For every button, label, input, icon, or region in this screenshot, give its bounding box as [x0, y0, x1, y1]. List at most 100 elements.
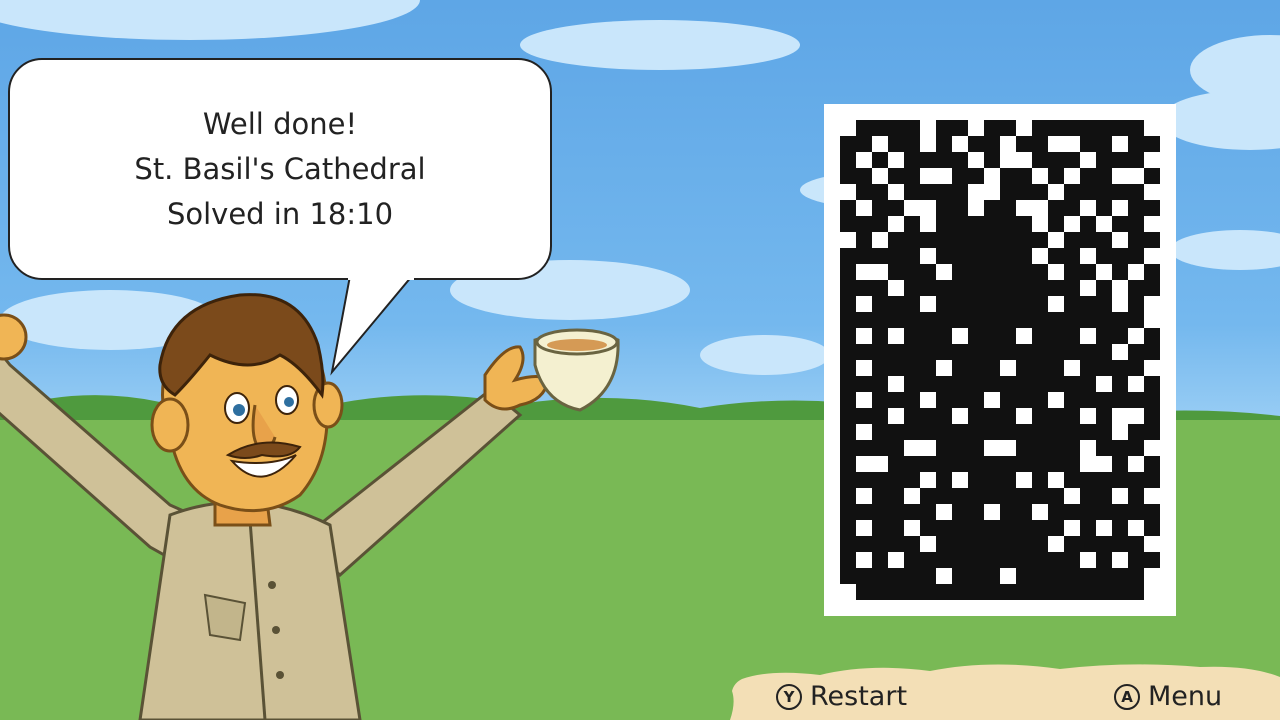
filled-cell: [1064, 248, 1080, 264]
filled-cell: [904, 232, 920, 248]
filled-cell: [1032, 296, 1048, 312]
filled-cell: [936, 488, 952, 504]
filled-cell: [1128, 344, 1144, 360]
filled-cell: [1064, 408, 1080, 424]
filled-cell: [1144, 328, 1160, 344]
filled-cell: [1112, 360, 1128, 376]
filled-cell: [1096, 280, 1112, 296]
filled-cell: [840, 520, 856, 536]
filled-cell: [968, 424, 984, 440]
filled-cell: [1000, 120, 1016, 136]
game-scene: Well done! St. Basil's Cathedral Solved …: [0, 0, 1280, 720]
filled-cell: [1000, 376, 1016, 392]
filled-cell: [1128, 552, 1144, 568]
filled-cell: [968, 296, 984, 312]
filled-cell: [1064, 536, 1080, 552]
filled-cell: [1032, 424, 1048, 440]
filled-cell: [840, 200, 856, 216]
filled-cell: [952, 232, 968, 248]
filled-cell: [1128, 200, 1144, 216]
filled-cell: [1064, 440, 1080, 456]
filled-cell: [1032, 456, 1048, 472]
filled-cell: [968, 136, 984, 152]
filled-cell: [952, 392, 968, 408]
filled-cell: [1112, 184, 1128, 200]
filled-cell: [1080, 216, 1096, 232]
filled-cell: [1096, 200, 1112, 216]
filled-cell: [1064, 280, 1080, 296]
filled-cell: [1080, 568, 1096, 584]
filled-cell: [1000, 488, 1016, 504]
restart-button[interactable]: Y Restart: [776, 681, 907, 712]
filled-cell: [1032, 392, 1048, 408]
filled-cell: [952, 296, 968, 312]
filled-cell: [1032, 488, 1048, 504]
filled-cell: [1128, 248, 1144, 264]
filled-cell: [1128, 360, 1144, 376]
filled-cell: [872, 184, 888, 200]
filled-cell: [1064, 504, 1080, 520]
menu-button[interactable]: A Menu: [1114, 681, 1222, 712]
filled-cell: [888, 168, 904, 184]
filled-cell: [1096, 344, 1112, 360]
filled-cell: [1144, 376, 1160, 392]
filled-cell: [888, 456, 904, 472]
filled-cell: [968, 472, 984, 488]
filled-cell: [888, 440, 904, 456]
filled-cell: [1064, 344, 1080, 360]
filled-cell: [1064, 584, 1080, 600]
solve-time: Solved in 18:10: [166, 196, 394, 231]
filled-cell: [1112, 440, 1128, 456]
filled-cell: [904, 296, 920, 312]
filled-cell: [856, 136, 872, 152]
filled-cell: [1048, 520, 1064, 536]
filled-cell: [1096, 472, 1112, 488]
filled-cell: [968, 408, 984, 424]
filled-cell: [840, 440, 856, 456]
filled-cell: [1080, 584, 1096, 600]
filled-cell: [1096, 584, 1112, 600]
filled-cell: [872, 296, 888, 312]
filled-cell: [1064, 312, 1080, 328]
filled-cell: [1112, 264, 1128, 280]
filled-cell: [920, 264, 936, 280]
filled-cell: [904, 376, 920, 392]
filled-cell: [984, 568, 1000, 584]
filled-cell: [1032, 360, 1048, 376]
filled-cell: [1080, 264, 1096, 280]
filled-cell: [952, 440, 968, 456]
filled-cell: [1048, 280, 1064, 296]
filled-cell: [1032, 120, 1048, 136]
filled-cell: [856, 504, 872, 520]
filled-cell: [1048, 376, 1064, 392]
filled-cell: [856, 472, 872, 488]
filled-cell: [1080, 392, 1096, 408]
filled-cell: [856, 232, 872, 248]
filled-cell: [1128, 440, 1144, 456]
filled-cell: [984, 232, 1000, 248]
filled-cell: [1112, 120, 1128, 136]
filled-cell: [856, 536, 872, 552]
filled-cell: [1144, 552, 1160, 568]
filled-cell: [1144, 392, 1160, 408]
filled-cell: [1016, 504, 1032, 520]
filled-cell: [1016, 392, 1032, 408]
filled-cell: [1080, 424, 1096, 440]
filled-cell: [920, 232, 936, 248]
filled-cell: [936, 440, 952, 456]
filled-cell: [1000, 584, 1016, 600]
filled-cell: [888, 424, 904, 440]
filled-cell: [1032, 536, 1048, 552]
filled-cell: [888, 120, 904, 136]
filled-cell: [904, 360, 920, 376]
filled-cell: [904, 536, 920, 552]
filled-cell: [920, 184, 936, 200]
filled-cell: [936, 344, 952, 360]
filled-cell: [968, 536, 984, 552]
filled-cell: [1128, 232, 1144, 248]
filled-cell: [1112, 376, 1128, 392]
filled-cell: [952, 504, 968, 520]
filled-cell: [968, 392, 984, 408]
filled-cell: [968, 552, 984, 568]
filled-cell: [1048, 504, 1064, 520]
